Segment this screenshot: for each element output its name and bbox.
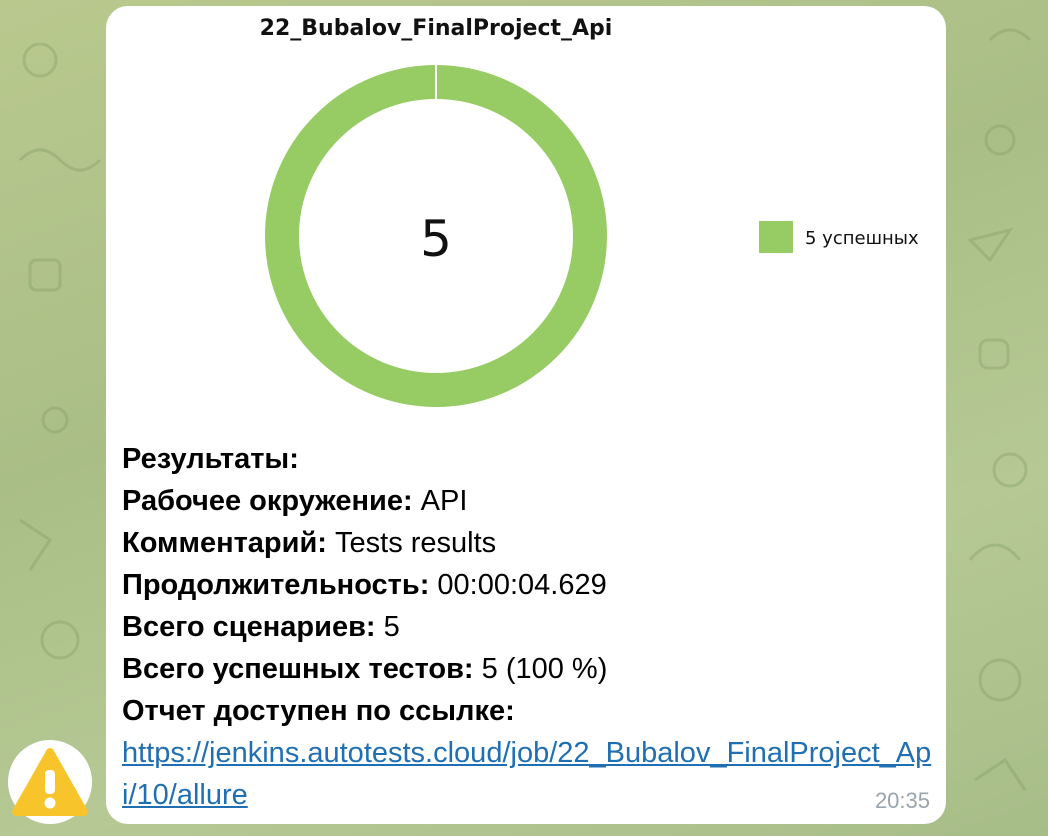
comment-line: Комментарий: Tests results: [122, 527, 497, 559]
duration-line: Продолжительность: 00:00:04.629: [122, 569, 607, 601]
passed-line: Всего успешных тестов: 5 (100 %): [122, 653, 608, 685]
results-text: Результаты: Рабочее окружение: API Комме…: [122, 438, 932, 816]
chart-image[interactable]: 22_Bubalov_FinalProject_Api 5 5 успешных: [114, 6, 938, 431]
sender-avatar[interactable]: [8, 740, 92, 824]
message-bubble: 22_Bubalov_FinalProject_Api 5 5 успешных…: [106, 6, 946, 824]
message-timestamp: 20:35: [874, 788, 930, 813]
allure-report-link[interactable]: https://jenkins.autotests.cloud/job/22_B…: [122, 732, 934, 816]
legend-label-passed: 5 успешных: [805, 228, 919, 249]
donut-center-value: 5: [420, 210, 452, 268]
legend-swatch-passed: [759, 221, 793, 253]
scenarios-line: Всего сценариев: 5: [122, 611, 400, 643]
warning-icon: [10, 742, 90, 822]
donut-chart: 5 5 успешных: [265, 65, 919, 407]
env-line: Рабочее окружение: API: [122, 485, 468, 517]
results-heading: Результаты:: [122, 443, 299, 475]
report-label-line: Отчет доступен по ссылке:: [122, 695, 515, 727]
